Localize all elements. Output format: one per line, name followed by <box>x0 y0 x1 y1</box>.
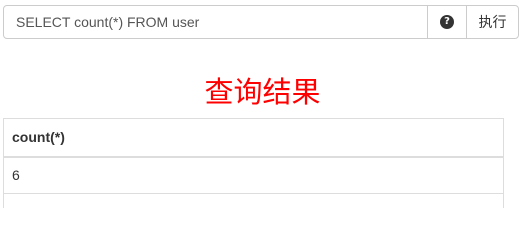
table-header-row: count(*) <box>3 118 504 158</box>
table-row-empty <box>3 193 504 208</box>
result-title: 查询结果 <box>204 75 321 109</box>
sql-query-input[interactable] <box>4 6 427 38</box>
question-circle-icon[interactable]: ? <box>440 15 454 29</box>
query-bar: ? 执行 <box>3 5 519 39</box>
help-addon[interactable]: ? <box>427 6 466 38</box>
column-header-count: count(*) <box>3 118 504 158</box>
table-row: 6 <box>3 156 504 194</box>
table-cell-count: 6 <box>3 156 504 194</box>
result-table: count(*) 6 <box>3 118 504 208</box>
run-button[interactable]: 执行 <box>466 6 518 38</box>
table-cell-empty <box>3 193 504 208</box>
